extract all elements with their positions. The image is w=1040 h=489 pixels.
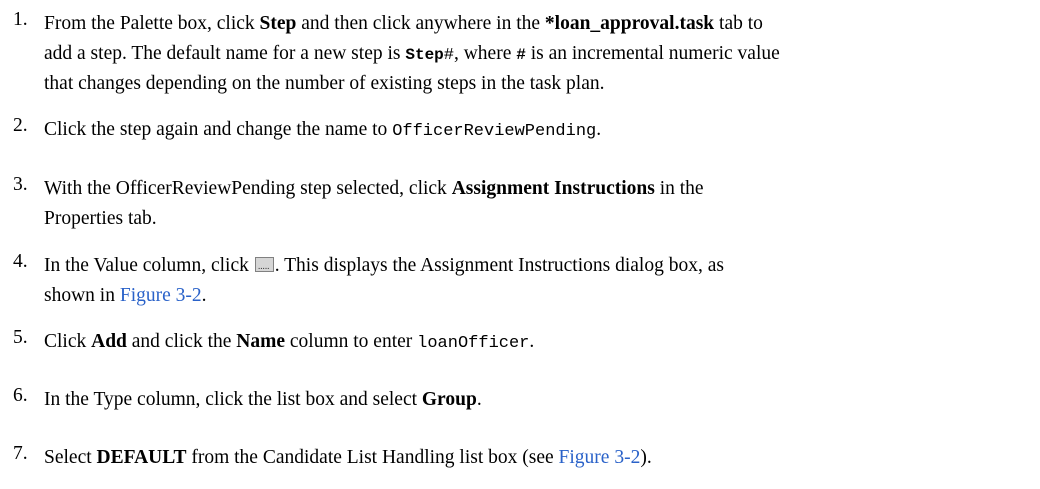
step-number: 6. [13,385,28,406]
ui-term-group: Group [421,389,477,410]
step-number: 2. [13,115,28,136]
ellipsis-button-icon [254,252,274,282]
ui-term-step: Step [259,13,297,34]
step-text: In the Value column, click . This displa… [44,251,1034,311]
code-step-name: OfficerReviewPending [392,122,597,141]
step-text: Click Add and click the Name column to e… [44,331,535,353]
ui-term-default: DEFAULT [96,447,187,468]
step-number: 4. [13,251,28,272]
ui-term-name: Name [236,331,286,352]
figure-link[interactable]: Figure 3-2 [120,285,202,306]
step-number: 3. [13,174,28,195]
step-text: Click the step again and change the name… [44,119,602,141]
step-number: 7. [13,443,28,464]
ui-term-tab-name: *loan_approval.task [544,13,715,34]
figure-link[interactable]: Figure 3-2 [559,447,641,468]
code-loan-officer: loanOfficer [417,334,530,353]
step-text: With the OfficerReviewPending step selec… [44,178,704,229]
step-text: In the Type column, click the list box a… [44,389,482,410]
step-text: Select DEFAULT from the Candidate List H… [44,447,652,468]
code-hash: # [516,46,526,64]
code-step-name: Step [405,46,444,64]
ui-term-add: Add [91,331,127,352]
instruction-document: 1. From the Palette box, click Step and … [0,0,1040,489]
step-number: 5. [13,327,28,348]
step-text: From the Palette box, click Step and the… [44,13,780,94]
ui-term-assignment-instructions: Assignment Instructions [451,178,655,199]
step-number: 1. [13,9,28,30]
